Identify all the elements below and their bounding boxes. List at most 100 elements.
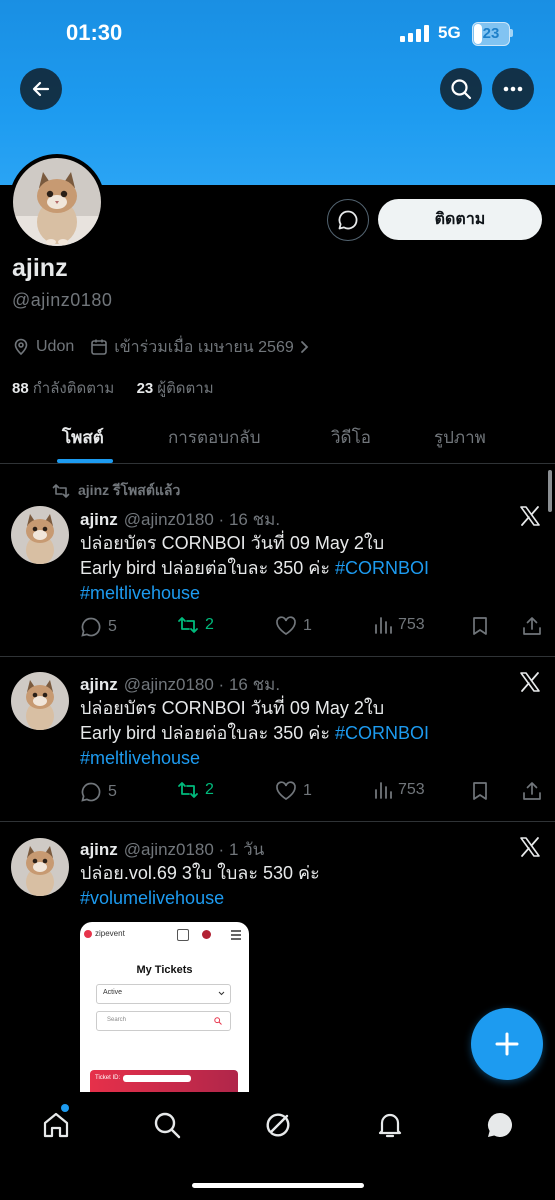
followers-link[interactable]: 23 ผู้ติดตาม <box>137 380 214 397</box>
post-avatar[interactable] <box>11 506 69 564</box>
home-icon <box>43 1112 69 1138</box>
post-body: ปล่อย.vol.69 3ใบ ใบละ 530 ค่ะ #volumeliv… <box>80 861 320 911</box>
attachment-dropdown-value: Active <box>103 989 123 996</box>
follow-stats: 88 กำลังติดตาม 23 ผู้ติดตาม <box>12 376 214 400</box>
profile-avatar[interactable] <box>9 154 105 250</box>
like-button[interactable]: 1 <box>275 781 312 801</box>
repost-count: 2 <box>205 781 214 798</box>
grok-icon <box>266 1113 290 1137</box>
more-dots-icon <box>503 86 523 92</box>
attachment-dropdown: Active <box>96 984 231 1004</box>
search-button[interactable] <box>440 68 482 110</box>
location-pin-icon <box>14 338 28 356</box>
tab-posts[interactable]: โพสต์ <box>62 424 104 451</box>
post-avatar[interactable] <box>11 672 69 730</box>
search-icon <box>154 1112 181 1139</box>
profile-name: ajinz <box>12 254 68 282</box>
bookmark-icon <box>473 782 487 800</box>
post-header: ajinz @ajinz0180 · 16 ชม. <box>80 506 280 533</box>
repost-count: 2 <box>205 616 214 633</box>
share-button[interactable] <box>522 781 542 801</box>
post-body: ปล่อยบัตร CORNBOI วันที่ 09 May 2ใบ Earl… <box>80 696 429 771</box>
post-author-name[interactable]: ajinz <box>80 840 118 859</box>
following-label: กำลังติดตาม <box>32 380 115 397</box>
post-media-image[interactable]: zipevent My Tickets Active Search Ticket… <box>80 922 249 1097</box>
post-avatar[interactable] <box>11 838 69 896</box>
heart-icon <box>276 781 296 800</box>
following-link[interactable]: 88 กำลังติดตาม <box>12 380 114 397</box>
repost-label: ajinz รีโพสต์แล้ว <box>78 482 181 498</box>
repost-button[interactable]: 2 <box>177 781 214 799</box>
tab-active-indicator <box>57 459 113 463</box>
x-logo-icon <box>519 836 541 858</box>
message-bubble-icon <box>338 210 358 230</box>
chevron-down-icon <box>218 991 225 996</box>
attachment-title: My Tickets <box>136 964 193 976</box>
views-button[interactable]: 753 <box>374 781 425 799</box>
bookmark-button[interactable] <box>471 781 489 801</box>
nav-grok[interactable] <box>262 1109 294 1141</box>
message-button[interactable] <box>327 199 369 241</box>
post-author-name[interactable]: ajinz <box>80 510 118 529</box>
ticket-id-label: Ticket ID: <box>95 1075 121 1081</box>
hashtag-link[interactable]: #CORNBOI <box>335 558 429 578</box>
bookmark-icon <box>473 617 487 635</box>
home-indicator <box>192 1183 364 1188</box>
hashtag-link[interactable]: #volumelivehouse <box>80 886 320 911</box>
repost-indicator: ajinz รีโพสต์แล้ว <box>52 480 180 502</box>
reply-count: 5 <box>108 783 117 800</box>
nav-messages[interactable] <box>484 1109 516 1141</box>
attachment-brand-name: zipevent <box>95 929 125 938</box>
post-line: ปล่อยบัตร CORNBOI วันที่ 09 May 2ใบ <box>80 698 385 718</box>
nav-search[interactable] <box>151 1109 183 1141</box>
reply-button[interactable]: 5 <box>80 616 117 638</box>
post-actions: 5 2 1 753 <box>80 616 545 640</box>
x-logo-icon <box>519 505 541 527</box>
hashtag-link[interactable]: #meltlivehouse <box>80 746 429 771</box>
tab-videos[interactable]: วิดีโอ <box>331 424 371 451</box>
profile-joined: เข้าร่วมเมื่อ เมษายน 2569 <box>114 338 294 356</box>
profile-meta: Udon เข้าร่วมเมื่อ เมษายน 2569 <box>12 336 310 358</box>
more-options-button[interactable] <box>492 68 534 110</box>
reply-icon <box>81 617 101 637</box>
x-logo-icon <box>519 671 541 693</box>
like-count: 1 <box>303 617 312 634</box>
back-button[interactable] <box>20 68 62 110</box>
hashtag-link[interactable]: #CORNBOI <box>335 723 429 743</box>
compose-button[interactable] <box>471 1008 543 1080</box>
post-line: ปล่อย.vol.69 3ใบ ใบละ 530 ค่ะ <box>80 863 320 883</box>
nav-home[interactable] <box>40 1109 72 1141</box>
arrow-left-icon <box>32 81 50 97</box>
repost-button[interactable]: 2 <box>177 616 214 634</box>
like-count: 1 <box>303 782 312 799</box>
chevron-right-icon[interactable] <box>300 340 310 354</box>
share-button[interactable] <box>522 616 542 636</box>
kitten-avatar-image <box>13 158 101 246</box>
repost-icon <box>178 617 198 633</box>
ticket-icon <box>177 929 189 941</box>
search-icon <box>214 1017 222 1025</box>
attachment-search-placeholder: Search <box>107 1017 127 1023</box>
reply-button[interactable]: 5 <box>80 781 117 803</box>
scrollbar[interactable] <box>548 470 552 512</box>
post-author-name[interactable]: ajinz <box>80 675 118 694</box>
hashtag-link[interactable]: #meltlivehouse <box>80 581 429 606</box>
reply-count: 5 <box>108 618 117 635</box>
post-header: ajinz @ajinz0180 · 16 ชม. <box>80 671 280 698</box>
calendar-icon <box>91 339 108 355</box>
tab-replies[interactable]: การตอบกลับ <box>168 424 261 451</box>
post-item[interactable]: ajinz @ajinz0180 · 16 ชม. ปล่อยบัตร CORNB… <box>0 657 555 822</box>
follow-button[interactable]: ติดตาม <box>378 199 542 240</box>
tab-photos[interactable]: รูปภาพ <box>434 424 486 451</box>
bookmark-button[interactable] <box>471 616 489 636</box>
post-line: Early bird ปล่อยต่อใบละ 350 ค่ะ <box>80 558 335 578</box>
battery-cap <box>510 29 513 37</box>
post-item[interactable]: ajinz รีโพสต์แล้ว ajinz @ajinz0180 · 16 ช… <box>0 464 555 657</box>
like-button[interactable]: 1 <box>275 616 312 636</box>
nav-notifications[interactable] <box>374 1109 406 1141</box>
battery-icon: 23 <box>472 22 510 46</box>
signal-icon <box>400 25 429 42</box>
views-button[interactable]: 753 <box>374 616 425 634</box>
post-meta: @ajinz0180 · 16 ชม. <box>123 675 281 694</box>
hamburger-menu-icon <box>231 930 241 940</box>
